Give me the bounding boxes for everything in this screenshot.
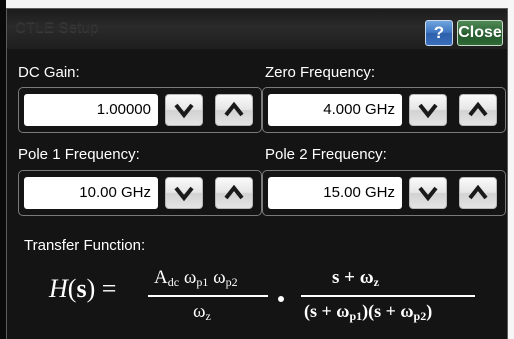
chevron-down-icon [418,186,438,202]
dc-gain-increment-button[interactable] [215,94,253,126]
pole2-frequency-decrement-button[interactable] [409,177,447,209]
equation-h: H [49,274,68,303]
denominator2-open: (s + [304,301,332,321]
fraction2-bar [301,295,475,297]
fraction2-numerator: s + ωz [332,267,379,290]
denominator-omega-subscript: z [205,309,211,323]
chevron-up-icon [224,101,244,117]
pole1-frequency-control: 10.00 GHz [18,170,262,216]
dialog-title: CTLE Setup [15,19,99,36]
numerator-omega-2-subscript: p2 [225,275,238,289]
numerator-omega-1-subscript: p1 [196,275,209,289]
pole1-frequency-increment-button[interactable] [215,177,253,209]
pole1-frequency-label: Pole 1 Frequency: [18,146,140,163]
ctle-setup-dialog: CTLE Setup ? Close DC Gain: 1.00000 Zero… [6,8,508,339]
pole2-frequency-input[interactable]: 15.00 GHz [268,177,402,209]
fraction2-denominator: (s + ωp1)(s + ωp2) [304,301,432,324]
background-window-right [508,0,514,339]
pole2-frequency-label: Pole 2 Frequency: [265,146,387,163]
equation-lhs: H(s) = [49,274,116,304]
zero-frequency-decrement-button[interactable] [409,94,447,126]
chevron-down-icon [174,103,194,119]
multiply-dot [278,296,284,302]
fraction1-numerator: Adc ωp1 ωp2 [154,267,238,290]
zero-frequency-control: 4.000 GHz [262,87,506,133]
zero-frequency-label: Zero Frequency: [265,64,376,81]
zero-frequency-increment-button[interactable] [459,94,497,126]
denominator2-omega-1: ω [336,301,350,321]
zero-frequency-input[interactable]: 4.000 GHz [268,94,402,126]
numerator-a-subscript: dc [167,275,180,289]
dc-gain-input[interactable]: 1.00000 [24,94,158,126]
denominator2-omega-2: ω [400,301,414,321]
denominator2-omega-2-subscript: p2 [413,309,427,323]
chevron-down-icon [418,103,438,119]
chevron-up-icon [224,184,244,200]
numerator-omega-1: ω [183,267,197,288]
denominator2-omega-1-subscript: p1 [349,309,363,323]
denominator-omega: ω [193,301,206,322]
chevron-down-icon [174,186,194,202]
denominator2-close: ) [426,301,433,321]
background-window-top [0,0,514,8]
fraction1-bar [148,295,268,297]
chevron-up-icon [468,101,488,117]
dc-gain-label: DC Gain: [18,64,80,81]
pole2-frequency-increment-button[interactable] [459,177,497,209]
dc-gain-decrement-button[interactable] [165,94,203,126]
pole1-frequency-decrement-button[interactable] [165,177,203,209]
numerator2-omega-subscript: z [373,275,379,289]
help-button[interactable]: ? [425,20,453,46]
numerator2-s-plus: s + [332,267,355,288]
numerator-a: A [154,267,168,288]
equation-lhs-close-paren: ) [86,274,96,303]
pole2-frequency-control: 15.00 GHz [262,170,506,216]
dialog-titlebar[interactable]: CTLE Setup ? Close [7,9,507,49]
app-root: CTLE Setup ? Close DC Gain: 1.00000 Zero… [0,0,514,339]
denominator2-mid: )(s + [362,301,396,321]
fraction1-denominator: ωz [193,301,211,324]
transfer-function-label: Transfer Function: [24,237,146,254]
close-button[interactable]: Close [457,20,503,46]
chevron-up-icon [468,184,488,200]
equation-equals: = [101,274,117,303]
equation-lhs-s: s [76,274,87,303]
dc-gain-control: 1.00000 [18,87,262,133]
numerator2-omega: ω [359,267,374,288]
pole1-frequency-input[interactable]: 10.00 GHz [24,177,158,209]
numerator-omega-2: ω [213,267,226,288]
